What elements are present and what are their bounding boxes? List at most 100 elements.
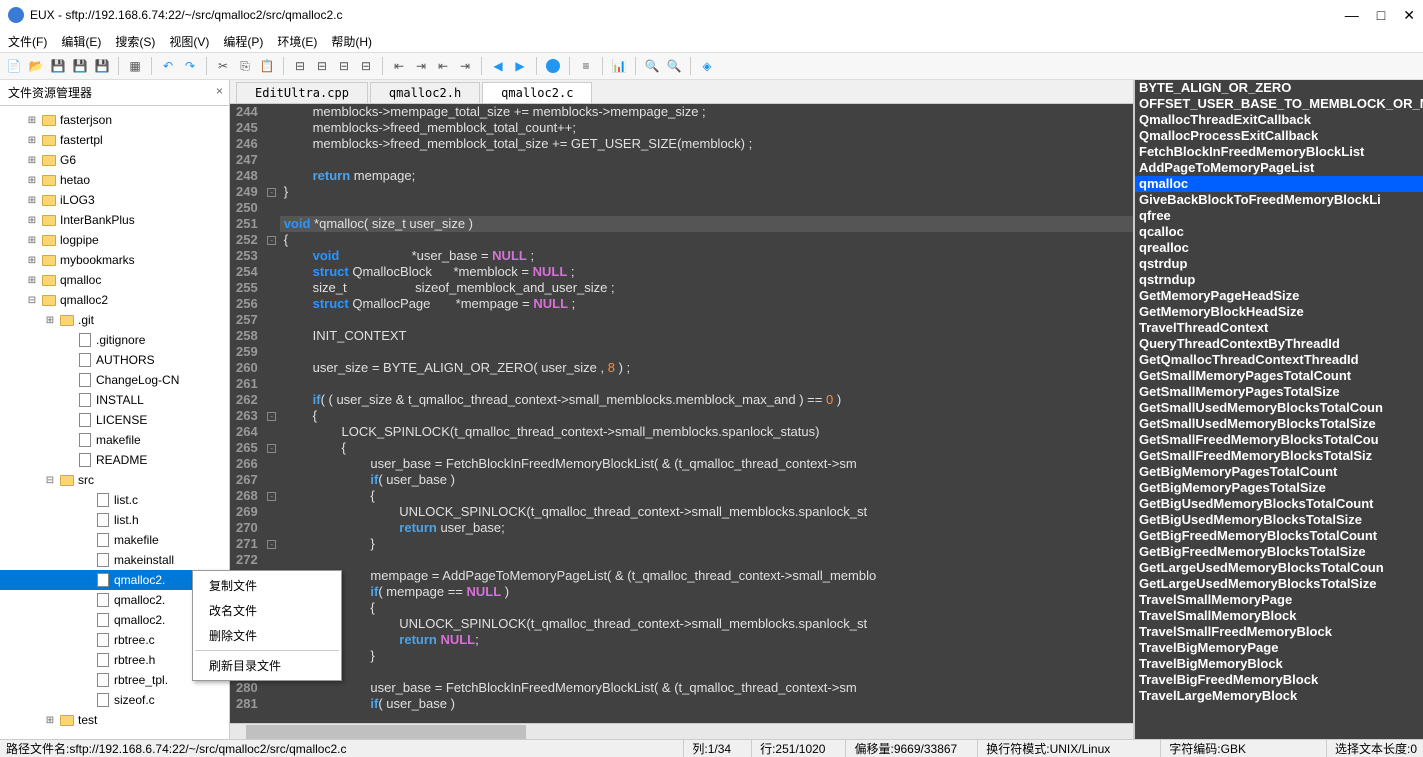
context-menu-item[interactable]: 复制文件	[195, 573, 339, 598]
new-file-icon[interactable]: 📄	[4, 56, 24, 76]
tree-item[interactable]: ⊟src	[0, 470, 229, 490]
tree-item[interactable]: list.h	[0, 510, 229, 530]
symbol-item[interactable]: TravelBigMemoryPage	[1135, 640, 1423, 656]
tree-item[interactable]: makefile	[0, 530, 229, 550]
settings-icon[interactable]: ◈	[697, 56, 717, 76]
tree-item[interactable]: ⊞fasterjson	[0, 110, 229, 130]
editor-tab[interactable]: qmalloc2.c	[482, 82, 592, 103]
symbol-item[interactable]: qfree	[1135, 208, 1423, 224]
tree-item[interactable]: .gitignore	[0, 330, 229, 350]
tree-item[interactable]: list.c	[0, 490, 229, 510]
horizontal-scrollbar[interactable]	[230, 723, 1133, 739]
symbol-item[interactable]: QmallocThreadExitCallback	[1135, 112, 1423, 128]
fold1-icon[interactable]: ⊟	[290, 56, 310, 76]
tree-item[interactable]: sizeof.c	[0, 690, 229, 710]
fold4-icon[interactable]: ⊟	[356, 56, 376, 76]
save-all-icon[interactable]: 💾	[92, 56, 112, 76]
symbol-item[interactable]: GetLargeUsedMemoryBlocksTotalCoun	[1135, 560, 1423, 576]
nav-back-icon[interactable]: ◀	[488, 56, 508, 76]
indent1-icon[interactable]: ⇤	[389, 56, 409, 76]
tree-item[interactable]: ⊞hetao	[0, 170, 229, 190]
symbol-item[interactable]: BYTE_ALIGN_OR_ZERO	[1135, 80, 1423, 96]
tree-item[interactable]: INSTALL	[0, 390, 229, 410]
indent2-icon[interactable]: ⇥	[411, 56, 431, 76]
symbol-item[interactable]: GetSmallUsedMemoryBlocksTotalCoun	[1135, 400, 1423, 416]
context-menu[interactable]: 复制文件改名文件删除文件刷新目录文件	[192, 570, 342, 681]
menu-item[interactable]: 文件(F)	[8, 33, 47, 50]
tree-item[interactable]: LICENSE	[0, 410, 229, 430]
paste-icon[interactable]: 📋	[257, 56, 277, 76]
symbol-item[interactable]: qstrdup	[1135, 256, 1423, 272]
symbol-item[interactable]: qmalloc	[1135, 176, 1423, 192]
tree-item[interactable]: ⊞fastertpl	[0, 130, 229, 150]
symbol-item[interactable]: GetBigFreedMemoryBlocksTotalSize	[1135, 544, 1423, 560]
symbol-item[interactable]: qcalloc	[1135, 224, 1423, 240]
context-menu-item[interactable]: 删除文件	[195, 623, 339, 648]
symbol-item[interactable]: GetLargeUsedMemoryBlocksTotalSize	[1135, 576, 1423, 592]
close-button[interactable]: ✕	[1403, 7, 1415, 24]
tree-item[interactable]: ⊞.git	[0, 310, 229, 330]
symbol-item[interactable]: GetMemoryBlockHeadSize	[1135, 304, 1423, 320]
indent4-icon[interactable]: ⇥	[455, 56, 475, 76]
symbol-item[interactable]: FetchBlockInFreedMemoryBlockList	[1135, 144, 1423, 160]
symbol-item[interactable]: GetBigFreedMemoryBlocksTotalCount	[1135, 528, 1423, 544]
refresh-icon[interactable]	[543, 56, 563, 76]
undo-icon[interactable]: ↶	[158, 56, 178, 76]
maximize-button[interactable]: □	[1377, 7, 1385, 24]
symbol-item[interactable]: GetSmallMemoryPagesTotalCount	[1135, 368, 1423, 384]
tree-item[interactable]: ⊞logpipe	[0, 230, 229, 250]
tree-item[interactable]: README	[0, 450, 229, 470]
editor-tab[interactable]: EditUltra.cpp	[236, 82, 368, 103]
menu-item[interactable]: 编程(P)	[223, 33, 263, 50]
symbol-item[interactable]: TravelBigMemoryBlock	[1135, 656, 1423, 672]
menu-item[interactable]: 搜索(S)	[115, 33, 155, 50]
symbol-item[interactable]: GetBigUsedMemoryBlocksTotalSize	[1135, 512, 1423, 528]
tree-item[interactable]: ⊞test	[0, 710, 229, 730]
tree-item[interactable]: ⊞iLOG3	[0, 190, 229, 210]
symbol-item[interactable]: GetSmallFreedMemoryBlocksTotalCou	[1135, 432, 1423, 448]
save-as-icon[interactable]: 💾	[70, 56, 90, 76]
tree-item[interactable]: makeinstall	[0, 550, 229, 570]
tree-item[interactable]: ⊞G6	[0, 150, 229, 170]
menu-item[interactable]: 环境(E)	[277, 33, 317, 50]
symbol-item[interactable]: GetSmallUsedMemoryBlocksTotalSize	[1135, 416, 1423, 432]
context-menu-item[interactable]: 改名文件	[195, 598, 339, 623]
replace-icon[interactable]: 🔍	[664, 56, 684, 76]
symbol-item[interactable]: GetSmallFreedMemoryBlocksTotalSiz	[1135, 448, 1423, 464]
tree-item[interactable]: ⊞InterBankPlus	[0, 210, 229, 230]
symbol-item[interactable]: TravelLargeMemoryBlock	[1135, 688, 1423, 704]
symbol-item[interactable]: GetBigMemoryPagesTotalCount	[1135, 464, 1423, 480]
fold3-icon[interactable]: ⊟	[334, 56, 354, 76]
redo-icon[interactable]: ↷	[180, 56, 200, 76]
fold2-icon[interactable]: ⊟	[312, 56, 332, 76]
menu-item[interactable]: 视图(V)	[169, 33, 209, 50]
toggle-icon[interactable]: ▦	[125, 56, 145, 76]
open-file-icon[interactable]: 📂	[26, 56, 46, 76]
tree-item[interactable]: AUTHORS	[0, 350, 229, 370]
nav-fwd-icon[interactable]: ▶	[510, 56, 530, 76]
symbol-item[interactable]: TravelBigFreedMemoryBlock	[1135, 672, 1423, 688]
symbol-item[interactable]: GetMemoryPageHeadSize	[1135, 288, 1423, 304]
tree-item[interactable]: makefile	[0, 430, 229, 450]
cut-icon[interactable]: ✂	[213, 56, 233, 76]
context-menu-item[interactable]: 刷新目录文件	[195, 653, 339, 678]
minimize-button[interactable]: —	[1345, 7, 1359, 24]
tree-item[interactable]: ⊟qmalloc2	[0, 290, 229, 310]
indent3-icon[interactable]: ⇤	[433, 56, 453, 76]
symbol-item[interactable]: qstrndup	[1135, 272, 1423, 288]
symbol-item[interactable]: GetSmallMemoryPagesTotalSize	[1135, 384, 1423, 400]
menu-item[interactable]: 编辑(E)	[61, 33, 101, 50]
symbol-item[interactable]: OFFSET_USER_BASE_TO_MEMBLOCK_OR_N	[1135, 96, 1423, 112]
tree-item[interactable]: ⊞qmalloc	[0, 270, 229, 290]
tree-item[interactable]: ⊞mybookmarks	[0, 250, 229, 270]
tree-item[interactable]: ChangeLog-CN	[0, 370, 229, 390]
copy-icon[interactable]: ⎘	[235, 56, 255, 76]
list-icon[interactable]: ≡	[576, 56, 596, 76]
symbol-panel[interactable]: BYTE_ALIGN_OR_ZEROOFFSET_USER_BASE_TO_ME…	[1135, 80, 1423, 739]
menu-item[interactable]: 帮助(H)	[331, 33, 372, 50]
editor-tab[interactable]: qmalloc2.h	[370, 82, 480, 103]
symbol-item[interactable]: AddPageToMemoryPageList	[1135, 160, 1423, 176]
symbol-item[interactable]: qrealloc	[1135, 240, 1423, 256]
symbol-item[interactable]: QueryThreadContextByThreadId	[1135, 336, 1423, 352]
symbol-item[interactable]: GetBigUsedMemoryBlocksTotalCount	[1135, 496, 1423, 512]
